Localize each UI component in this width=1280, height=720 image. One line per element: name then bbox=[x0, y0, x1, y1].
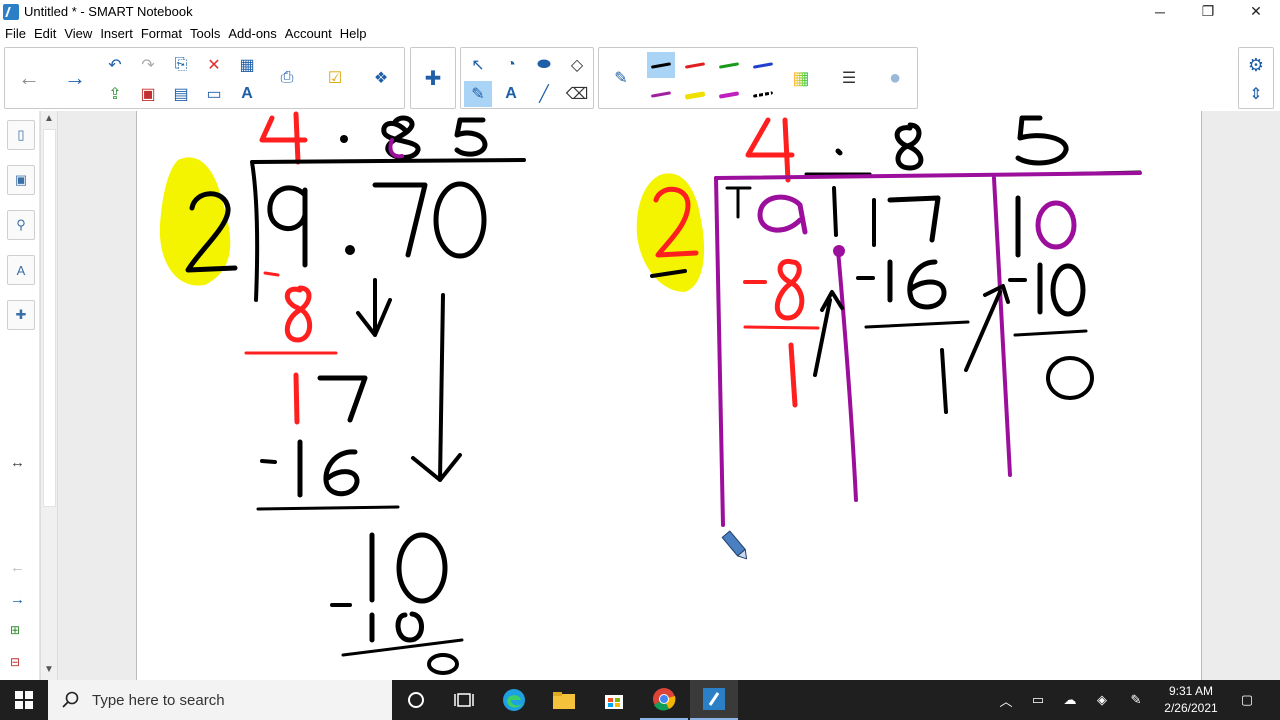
line-style-icon[interactable]: ☰ bbox=[835, 65, 863, 91]
menu-bar: File Edit View Insert Format Tools Add-o… bbox=[0, 23, 1280, 43]
color-palette-icon[interactable]: ▦ bbox=[787, 65, 815, 91]
pen-color-purple[interactable] bbox=[647, 81, 675, 107]
clock-date: 2/26/2021 bbox=[1164, 701, 1218, 715]
back-icon[interactable]: ← bbox=[10, 559, 25, 576]
toolbar-group-settings: ⚙ ⇕ bbox=[1238, 47, 1274, 109]
add-ons-panel-icon[interactable]: ✚ bbox=[7, 300, 35, 330]
gallery-icon[interactable]: ▣ bbox=[7, 165, 35, 195]
eraser-icon[interactable]: ⌫ bbox=[563, 81, 591, 107]
text-recognition-icon[interactable]: A bbox=[233, 81, 261, 107]
taskbar-clock[interactable]: 9:31 AM 2/26/2021 bbox=[1150, 683, 1232, 717]
menu-addons[interactable]: Add-ons bbox=[228, 26, 276, 41]
task-view-icon[interactable] bbox=[440, 680, 488, 720]
forward-icon[interactable]: → bbox=[10, 591, 25, 608]
add-page-icon[interactable]: ⊞ bbox=[10, 623, 20, 637]
pen-color-blue[interactable] bbox=[749, 52, 777, 78]
notifications-icon[interactable]: ▢ bbox=[1234, 680, 1260, 720]
microsoft-store-icon[interactable] bbox=[590, 680, 638, 720]
pens-tool-icon[interactable]: ✎ bbox=[464, 81, 492, 107]
menu-help[interactable]: Help bbox=[340, 26, 367, 41]
windows-taskbar: Type here to search ︿ ▭ ☁ ◈ ✎ 9:31 AM 2/… bbox=[0, 680, 1280, 720]
battery-icon[interactable]: ▭ bbox=[1026, 680, 1050, 720]
pen-color-green[interactable] bbox=[715, 52, 743, 78]
toolbar-group-tools: ↖ ◔ ⬬ ◇ ✎ A ╱ ⌫ bbox=[460, 47, 594, 109]
scroll-up-icon[interactable]: ▲ bbox=[44, 113, 54, 124]
previous-page-icon[interactable]: ← bbox=[15, 65, 43, 91]
vertical-scrollbar[interactable]: ▲ ▼ bbox=[40, 111, 58, 680]
close-button[interactable]: ✕ bbox=[1232, 0, 1280, 23]
onedrive-icon[interactable]: ☁ bbox=[1058, 680, 1082, 720]
toolbar: ← → ↶ ↷ ⎘ ✕ ▦ ⇪ ▣ ▤ ▭ A ⎙ ☑ ❖ ✚ ↖ ◔ ⬬ ◇ … bbox=[0, 44, 1280, 111]
document-camera-icon[interactable]: ⎙ bbox=[273, 65, 301, 91]
pen-color-magenta[interactable] bbox=[715, 81, 743, 107]
search-icon bbox=[62, 691, 79, 708]
lab-activity-icon[interactable]: ❖ bbox=[367, 65, 395, 91]
file-explorer-icon[interactable] bbox=[540, 680, 588, 720]
notebook-page-canvas[interactable] bbox=[136, 111, 1202, 680]
redo-icon[interactable]: ↷ bbox=[134, 52, 162, 78]
table-icon[interactable]: ▦ bbox=[233, 52, 261, 78]
show-hidden-icons-icon[interactable]: ︿ bbox=[996, 680, 1016, 720]
smart-notebook-icon bbox=[3, 3, 19, 20]
chrome-icon[interactable] bbox=[640, 680, 688, 720]
windows-logo-icon bbox=[15, 691, 33, 709]
fill-icon[interactable]: ⬬ bbox=[530, 52, 558, 78]
cortana-icon[interactable] bbox=[392, 680, 440, 720]
next-page-icon[interactable]: → bbox=[61, 65, 89, 91]
pen-color-red[interactable] bbox=[681, 52, 709, 78]
shapes-icon[interactable]: ◔ bbox=[497, 52, 525, 78]
pen-color-black-2[interactable] bbox=[749, 81, 777, 107]
page-sorter-icon[interactable]: ▯ bbox=[7, 120, 35, 150]
menu-format[interactable]: Format bbox=[141, 26, 182, 41]
resize-panel-icon[interactable]: ↔ bbox=[10, 454, 25, 471]
security-icon[interactable]: ◈ bbox=[1090, 680, 1114, 720]
screen-shade-icon[interactable]: ▭ bbox=[200, 81, 228, 107]
pen-type-icon[interactable]: ✎ bbox=[607, 65, 635, 91]
delete-page-icon[interactable]: ▣ bbox=[134, 81, 162, 107]
properties-icon[interactable]: A bbox=[7, 255, 35, 285]
taskbar-search-box[interactable]: Type here to search bbox=[48, 680, 392, 720]
paste-icon[interactable]: ⎘ bbox=[167, 52, 195, 78]
attachments-icon[interactable]: ⚲ bbox=[7, 210, 35, 240]
title-bar: Untitled * - SMART Notebook ─ ❐ ✕ bbox=[0, 0, 1280, 23]
toolbar-group-addons: ✚ bbox=[410, 47, 456, 109]
menu-account[interactable]: Account bbox=[285, 26, 332, 41]
delete-icon[interactable]: ✕ bbox=[200, 52, 228, 78]
minimize-button[interactable]: ─ bbox=[1136, 0, 1184, 23]
text-tool-icon[interactable]: A bbox=[497, 81, 525, 107]
scroll-down-icon[interactable]: ▼ bbox=[44, 664, 54, 675]
side-panel: ▯ ▣ ⚲ A ✚ ↔ ← → ⊞ ⊟ bbox=[0, 111, 40, 680]
menu-file[interactable]: File bbox=[5, 26, 26, 41]
menu-view[interactable]: View bbox=[64, 26, 92, 41]
pen-color-black-1[interactable] bbox=[647, 52, 675, 78]
toolbar-position-icon[interactable]: ⇕ bbox=[1242, 81, 1270, 107]
toolbar-group-main: ← → ↶ ↷ ⎘ ✕ ▦ ⇪ ▣ ▤ ▭ A ⎙ ☑ ❖ bbox=[4, 47, 405, 109]
response-icon[interactable]: ☑ bbox=[321, 65, 349, 91]
window-title: Untitled * - SMART Notebook bbox=[24, 4, 193, 19]
clock-time: 9:31 AM bbox=[1168, 684, 1214, 698]
select-icon[interactable]: ↖ bbox=[464, 52, 492, 78]
pen-workspace-icon[interactable]: ✎ bbox=[1124, 680, 1148, 720]
search-placeholder: Type here to search bbox=[92, 691, 225, 709]
start-button[interactable] bbox=[0, 680, 48, 720]
remove-page-icon[interactable]: ⊟ bbox=[10, 655, 20, 669]
undo-icon[interactable]: ↶ bbox=[101, 52, 129, 78]
fill-effects-icon[interactable]: ● bbox=[881, 65, 909, 91]
smart-notebook-taskbar-icon[interactable] bbox=[690, 680, 738, 720]
magic-pen-icon[interactable]: ◇ bbox=[563, 52, 591, 78]
menu-tools[interactable]: Tools bbox=[190, 26, 220, 41]
scroll-thumb[interactable] bbox=[43, 129, 56, 507]
menu-insert[interactable]: Insert bbox=[100, 26, 133, 41]
pen-color-yellow[interactable] bbox=[681, 81, 709, 107]
save-icon[interactable]: ▤ bbox=[167, 81, 195, 107]
window-controls: ─ ❐ ✕ bbox=[1136, 0, 1280, 23]
settings-gear-icon[interactable]: ⚙ bbox=[1242, 52, 1270, 78]
restore-button[interactable]: ❐ bbox=[1184, 0, 1232, 23]
menu-edit[interactable]: Edit bbox=[34, 26, 56, 41]
open-file-icon[interactable]: ⇪ bbox=[101, 81, 129, 107]
add-ons-icon[interactable]: ✚ bbox=[419, 65, 447, 91]
toolbar-group-pens: ✎ ▦ ☰ ● bbox=[598, 47, 918, 109]
line-tool-icon[interactable]: ╱ bbox=[530, 81, 558, 107]
edge-browser-icon[interactable] bbox=[490, 680, 538, 720]
